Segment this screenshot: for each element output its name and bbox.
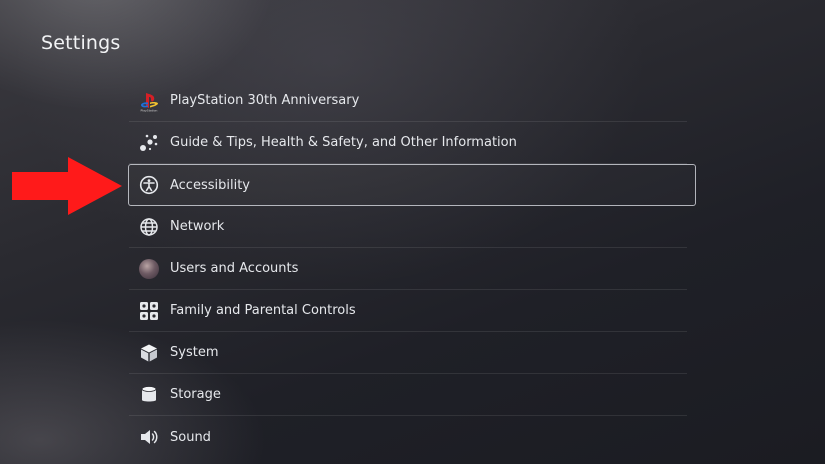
menu-item-label: System <box>170 345 219 360</box>
menu-item-label: Accessibility <box>170 177 250 193</box>
menu-item-network[interactable]: Network <box>129 206 687 248</box>
user-avatar-icon <box>138 258 160 280</box>
menu-item-label: Network <box>170 219 225 234</box>
menu-item-label: Guide & Tips, Health & Safety, and Other… <box>170 135 517 150</box>
speaker-icon <box>138 426 160 448</box>
menu-item-label: PlayStation 30th Anniversary <box>170 93 360 108</box>
globe-icon <box>138 216 160 238</box>
menu-item-guide-tips[interactable]: Guide & Tips, Health & Safety, and Other… <box>129 122 687 164</box>
accessibility-icon <box>138 174 160 196</box>
menu-item-users-accounts[interactable]: Users and Accounts <box>129 248 687 290</box>
svg-text:PlayStation: PlayStation <box>141 108 158 112</box>
menu-item-label: Users and Accounts <box>170 261 299 276</box>
red-arrow-annotation <box>12 157 122 215</box>
cube-icon <box>138 342 160 364</box>
menu-item-family-parental-controls[interactable]: Family and Parental Controls <box>129 290 687 332</box>
family-controls-icon <box>138 300 160 322</box>
menu-item-label: Family and Parental Controls <box>170 303 356 318</box>
menu-item-sound[interactable]: Sound <box>129 416 687 458</box>
page-title: Settings <box>41 32 121 54</box>
settings-menu: PlayStation PlayStation 30th Anniversary… <box>128 80 696 458</box>
menu-item-accessibility[interactable]: Accessibility <box>128 164 696 206</box>
menu-item-system[interactable]: System <box>129 332 687 374</box>
menu-item-label: Storage <box>170 387 221 402</box>
menu-item-label: Sound <box>170 429 211 445</box>
playstation-logo-icon: PlayStation <box>138 90 160 112</box>
guide-tips-icon <box>138 132 160 154</box>
avatar <box>139 258 159 279</box>
menu-item-storage[interactable]: Storage <box>129 374 687 416</box>
storage-cylinder-icon <box>138 384 160 406</box>
menu-item-playstation-30th-anniversary[interactable]: PlayStation PlayStation 30th Anniversary <box>129 80 687 122</box>
